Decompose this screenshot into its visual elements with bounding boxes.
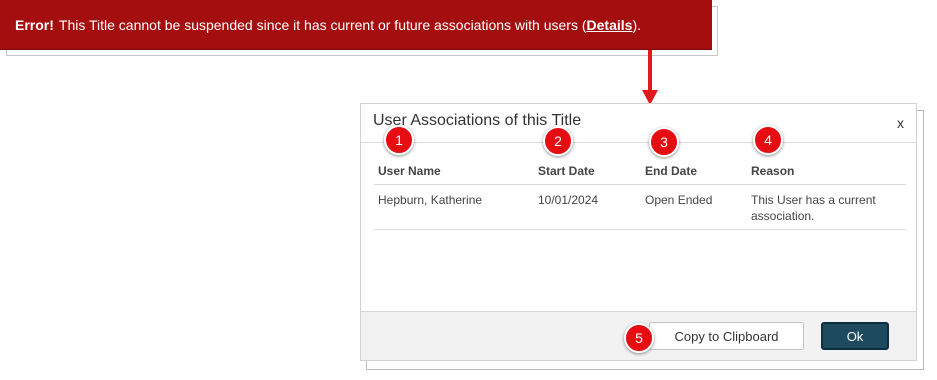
- ok-button[interactable]: Ok: [821, 322, 889, 350]
- error-label: Error!: [15, 16, 54, 33]
- column-header-reason: Reason: [751, 164, 795, 178]
- error-banner: Error! This Title cannot be suspended si…: [0, 0, 712, 50]
- cell-reason-line2: association.: [751, 209, 815, 223]
- column-header-user-name: User Name: [378, 164, 441, 178]
- title-divider: [361, 142, 916, 143]
- callout-badge-3: 3: [649, 127, 679, 157]
- callout-badge-1: 1: [384, 125, 414, 155]
- callout-badge-4: 4: [753, 125, 783, 155]
- error-message-end: ).: [632, 16, 641, 33]
- cell-start-date: 10/01/2024: [538, 193, 599, 207]
- error-message: This Title cannot be suspended since it …: [58, 16, 587, 33]
- cell-user-name: Hepburn, Katherine: [378, 193, 483, 207]
- callout-badge-5: 5: [624, 323, 654, 353]
- details-link[interactable]: Details: [587, 17, 633, 33]
- header-divider: [374, 184, 906, 185]
- cell-reason-line1: This User has a current: [751, 193, 876, 207]
- cell-reason: This User has a current association.: [751, 192, 876, 224]
- annotation-arrow-line: [648, 50, 652, 94]
- cell-end-date: Open Ended: [645, 193, 713, 207]
- column-header-end-date: End Date: [645, 164, 698, 178]
- column-header-start-date: Start Date: [538, 164, 595, 178]
- callout-badge-2: 2: [543, 126, 573, 156]
- close-icon[interactable]: x: [897, 115, 904, 131]
- row-divider: [374, 229, 906, 230]
- copy-to-clipboard-button[interactable]: Copy to Clipboard: [649, 322, 804, 350]
